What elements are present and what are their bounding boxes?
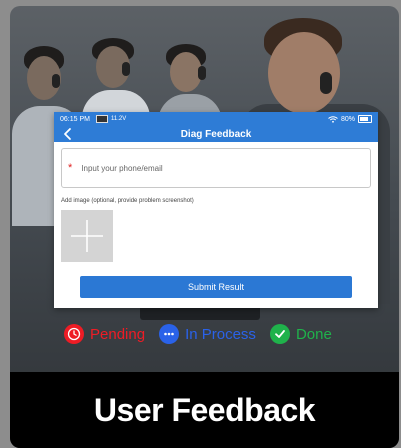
legend-label: In Process (185, 325, 256, 343)
check-icon (269, 324, 290, 344)
required-asterisk: * (68, 162, 73, 174)
obd-connector-icon (95, 115, 108, 123)
promo-card: 06:15 PM 11.2V 80% Diag Feedback * Input… (10, 6, 399, 448)
clock-icon (64, 324, 84, 344)
status-voltage: 11.2V (110, 116, 127, 122)
contact-input[interactable] (79, 162, 364, 174)
battery-icon (358, 115, 372, 123)
legend-item-pending: Pending (64, 324, 145, 344)
diag-feedback-screen: 06:15 PM 11.2V 80% Diag Feedback * Input… (54, 112, 378, 308)
contact-field[interactable]: * (61, 148, 371, 188)
status-time: 06:15 PM (60, 115, 90, 123)
status-bar: 06:15 PM 11.2V 80% (54, 112, 378, 126)
battery-percent: 80% (340, 115, 355, 123)
status-legend: Pending In Process Done (64, 324, 346, 344)
add-image-button[interactable] (61, 210, 113, 262)
banner-title: User Feedback (93, 391, 316, 428)
back-arrow-icon[interactable] (62, 127, 74, 141)
legend-label: Pending (90, 325, 146, 343)
footer-banner: User Feedback (10, 372, 399, 448)
legend-item-done: Done (269, 324, 332, 344)
submit-result-button[interactable]: Submit Result (80, 276, 352, 298)
wifi-icon (328, 115, 338, 123)
legend-item-in-process: In Process (159, 324, 256, 344)
plus-icon (71, 220, 103, 252)
legend-label: Done (295, 325, 332, 343)
title-bar: Diag Feedback (54, 126, 378, 142)
add-image-label: Add image (optional, provide problem scr… (61, 198, 194, 204)
dots-icon (159, 324, 180, 344)
page-title: Diag Feedback (180, 128, 252, 140)
